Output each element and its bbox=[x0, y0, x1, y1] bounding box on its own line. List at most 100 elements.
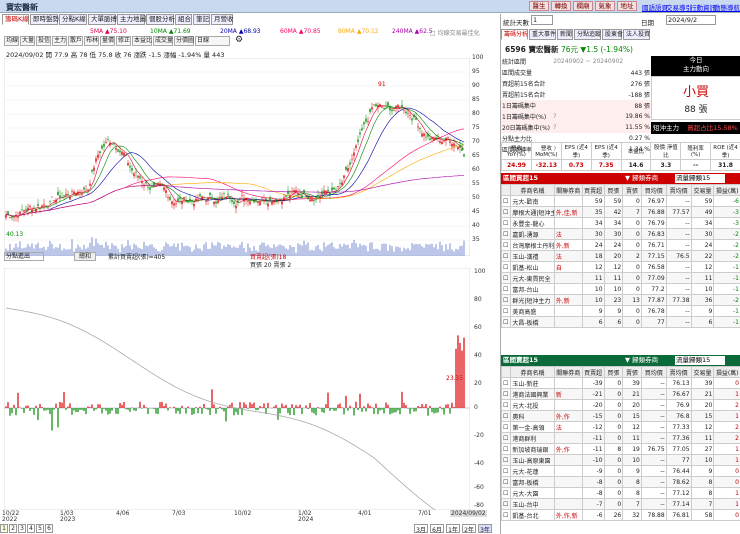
top-button-1[interactable]: 醫生 bbox=[529, 1, 549, 11]
column-header[interactable]: 賣均價 bbox=[665, 366, 692, 378]
column-header[interactable]: 賣張 bbox=[622, 366, 642, 378]
range-6m[interactable]: 6月 bbox=[430, 524, 444, 534]
tab-main-force-map[interactable]: 主力地圖 bbox=[117, 14, 146, 25]
tab-portfolio[interactable]: 組合 bbox=[175, 14, 192, 25]
page-4[interactable]: 4 bbox=[27, 524, 35, 533]
column-header[interactable]: 關聯券商 bbox=[553, 184, 583, 196]
page-3[interactable]: 3 bbox=[18, 524, 26, 533]
table-row[interactable]: ☐ 玉山-漢禮法 18 20 2 77.15 76.5 22 -2 bbox=[500, 250, 740, 262]
row-checkbox[interactable]: ☐ bbox=[500, 195, 512, 207]
column-header[interactable]: 券商名稱 bbox=[510, 366, 555, 378]
table-row[interactable]: ☐ 玉山-新莊 -39 0 39 -- 76.13 39 0 bbox=[500, 377, 740, 389]
top-button-3[interactable]: 欄廟 bbox=[573, 1, 593, 11]
table-row[interactable]: ☐ 富邦-板橋 -8 0 8 -- 78.62 8 0 bbox=[500, 476, 740, 488]
ma-optimize-checkbox[interactable]: □ 均線交易最佳化 bbox=[430, 28, 480, 37]
column-header[interactable] bbox=[500, 366, 512, 378]
lower-panel-select[interactable]: 分點進出 bbox=[4, 252, 44, 261]
tab-branch-kline[interactable]: 分點K線 bbox=[59, 14, 87, 25]
tb-volume[interactable]: 大量 bbox=[20, 36, 35, 46]
table-cell[interactable]: 群光|短沖主力 bbox=[510, 294, 555, 306]
tab-big-order[interactable]: 大單脈搏 bbox=[88, 14, 117, 25]
top-link-3[interactable]: 行動資訊 bbox=[690, 2, 716, 12]
range-2y[interactable]: 2年 bbox=[462, 524, 476, 534]
row-checkbox[interactable]: ☐ bbox=[500, 443, 512, 455]
table-row[interactable]: ☐ 玉山-台中 -7 0 7 -- 77.14 7 1 bbox=[500, 498, 740, 510]
table-row[interactable]: ☐ 元大-北投 -20 0 20 -- 76.9 20 2 bbox=[500, 399, 740, 411]
row-checkbox[interactable]: ☐ bbox=[500, 316, 512, 328]
table-row[interactable]: ☐ 永豐金-龍心 34 34 0 76.79 -- 34 -3 bbox=[500, 217, 740, 229]
column-header[interactable] bbox=[500, 184, 512, 196]
table-cell[interactable]: 新加坡商瑞銀 bbox=[510, 443, 555, 455]
row-checkbox[interactable]: ☐ bbox=[500, 410, 512, 422]
row-checkbox[interactable]: ☐ bbox=[500, 432, 512, 444]
row-checkbox[interactable]: ☐ bbox=[500, 305, 512, 317]
tb-trust[interactable]: 投信 bbox=[36, 36, 51, 46]
table-cell[interactable]: 富邦-板橋 bbox=[510, 476, 555, 488]
row-checkbox[interactable]: ☐ bbox=[500, 476, 512, 488]
range-3y[interactable]: 3年 bbox=[478, 524, 492, 534]
column-header[interactable]: 損益(萬) bbox=[713, 366, 740, 378]
table-row[interactable]: ☐ 玉山-高原東園 -10 0 10 -- 77 10 1 bbox=[500, 454, 740, 466]
table-cell[interactable]: 第一金-高領 bbox=[510, 421, 555, 433]
column-header[interactable]: 賣張 bbox=[622, 184, 642, 196]
column-header[interactable]: 賣均價 bbox=[665, 184, 692, 196]
column-header[interactable]: 買賣超 bbox=[581, 184, 605, 196]
days-select[interactable]: 1 bbox=[531, 15, 553, 25]
table-cell[interactable]: 元大-歡南 bbox=[510, 195, 555, 207]
table-row[interactable]: ☐ 奧科 外,作 -15 0 15 -- 76.8 15 1 bbox=[500, 410, 740, 422]
gear-icon[interactable]: ⚙ bbox=[235, 35, 243, 45]
table-row[interactable]: ☐ 美商高盛 9 9 0 76.78 -- 9 -1 bbox=[500, 305, 740, 317]
row-checkbox[interactable]: ☐ bbox=[500, 509, 512, 521]
row-checkbox[interactable]: ☐ bbox=[500, 399, 512, 411]
column-header[interactable]: 關聯券商 bbox=[553, 366, 583, 378]
row-checkbox[interactable]: ☐ bbox=[500, 206, 512, 218]
table-cell[interactable]: 玉山-高原東園 bbox=[510, 454, 555, 466]
tb-main[interactable]: 主力 bbox=[52, 36, 67, 46]
row-checkbox[interactable]: ☐ bbox=[500, 454, 512, 466]
top-button-2[interactable]: 轉換 bbox=[551, 1, 571, 11]
tab-kline[interactable]: 籌碼K線 bbox=[2, 14, 29, 25]
top-link-4[interactable]: 動態導航 bbox=[714, 2, 740, 12]
page-6[interactable]: 6 bbox=[45, 524, 53, 533]
row-checkbox[interactable]: ☐ bbox=[500, 217, 512, 229]
page-5[interactable]: 5 bbox=[36, 524, 44, 533]
tab-monthly-revenue[interactable]: 月營收 bbox=[211, 14, 234, 25]
table-cell[interactable]: 富邦-台山 bbox=[510, 283, 555, 295]
table-cell[interactable]: 港商群利 bbox=[510, 432, 555, 444]
tb-adjust[interactable]: 修正 bbox=[116, 36, 131, 46]
column-header[interactable]: 買賣超 bbox=[581, 366, 605, 378]
tab-stock-analysis[interactable]: 個股分析 bbox=[146, 14, 175, 25]
table-cell[interactable]: 嘉凱-湧源 bbox=[510, 228, 555, 240]
table-row[interactable]: ☐ 元大-東貫民全 11 11 0 77.09 -- 11 -1 bbox=[500, 272, 740, 284]
table-cell[interactable]: 凱基-台北 bbox=[510, 509, 555, 521]
tb-ma[interactable]: 均線 bbox=[4, 36, 19, 46]
tab-notes[interactable]: 筆記 bbox=[193, 14, 210, 25]
table-cell[interactable]: 玉山-台中 bbox=[510, 498, 555, 510]
tb-turnover[interactable]: 成交量 bbox=[153, 36, 173, 46]
top-link-2[interactable]: 交易導引 bbox=[666, 2, 692, 12]
tab-institutional[interactable]: 法人投資 bbox=[623, 29, 650, 40]
column-header[interactable]: 券商名稱 bbox=[510, 184, 555, 196]
table-cell[interactable]: 玉山-新莊 bbox=[510, 377, 555, 389]
table-cell[interactable]: 美商高盛 bbox=[510, 305, 555, 317]
range-1y[interactable]: 1年 bbox=[446, 524, 460, 534]
tab-chips[interactable]: 籌碼分析 bbox=[501, 29, 528, 40]
page-1[interactable]: 1 bbox=[0, 524, 8, 533]
table-cell[interactable]: 玉山-漢禮 bbox=[510, 250, 555, 262]
row-checkbox[interactable]: ☐ bbox=[500, 294, 512, 306]
table-row[interactable]: ☐ 嘉凱-湧源法 30 30 0 76.83 -- 30 -2 bbox=[500, 228, 740, 240]
table-cell[interactable]: 元大-北投 bbox=[510, 399, 555, 411]
table-row[interactable]: ☐ 群光|短沖主力 外,新 10 23 13 77.87 77.38 36 -2 bbox=[500, 294, 740, 306]
table-cell[interactable]: 摩根大通|短沖主力 bbox=[510, 206, 555, 218]
row-checkbox[interactable]: ☐ bbox=[500, 487, 512, 499]
tb-pe[interactable]: 本益比 bbox=[132, 36, 152, 46]
tab-shareholders[interactable]: 股東會 bbox=[602, 29, 623, 40]
row-checkbox[interactable]: ☐ bbox=[500, 421, 512, 433]
tb-price-dist[interactable]: 分價圖 bbox=[174, 36, 194, 46]
table-row[interactable]: ☐ 港商群利 -11 0 11 -- 77.36 11 2 bbox=[500, 432, 740, 444]
tab-news[interactable]: 新聞 bbox=[557, 29, 573, 40]
row-checkbox[interactable]: ☐ bbox=[500, 239, 512, 251]
table-row[interactable]: ☐ 元大-大園 -8 0 8 -- 77.12 8 1 bbox=[500, 487, 740, 499]
lower-panel-sum-button[interactable]: 總和 bbox=[74, 252, 96, 261]
column-header[interactable]: 損益(萬) bbox=[713, 184, 740, 196]
